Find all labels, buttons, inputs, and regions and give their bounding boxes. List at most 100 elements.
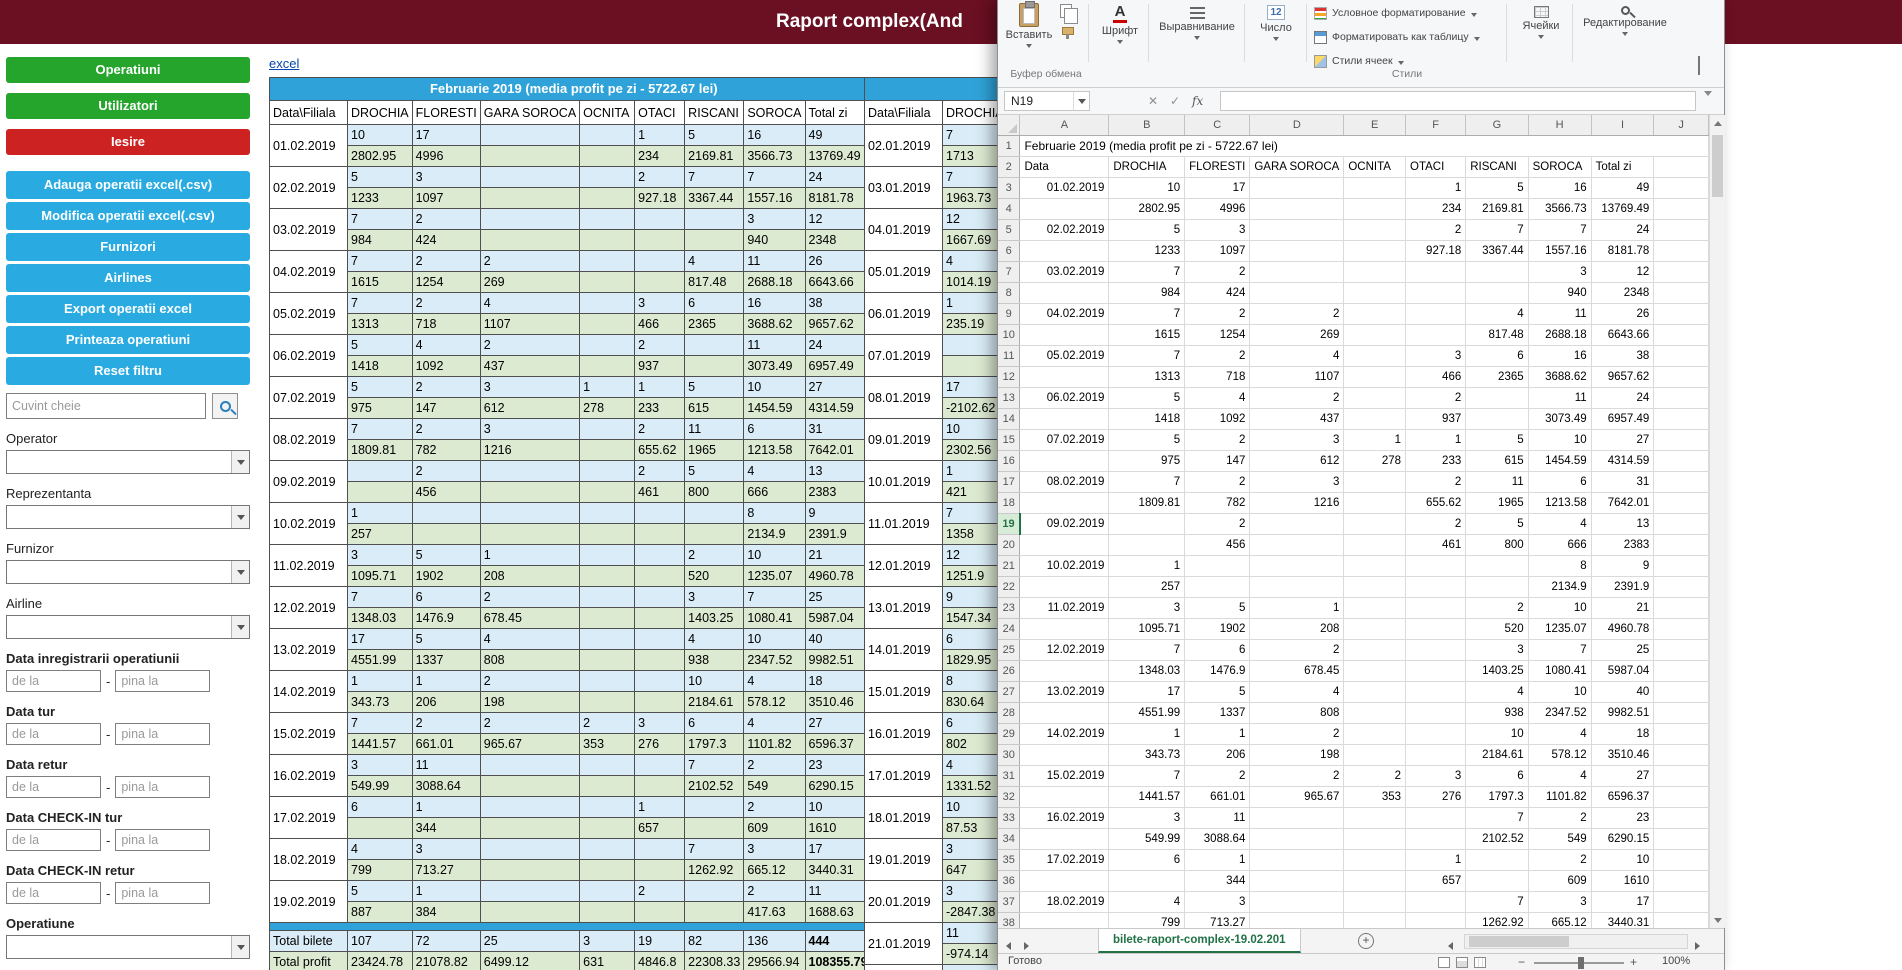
sheet-cell[interactable]: OTACI bbox=[1406, 157, 1466, 178]
date-to-input[interactable] bbox=[115, 723, 210, 745]
row-header-2[interactable]: 2 bbox=[998, 157, 1020, 178]
date-to-input[interactable] bbox=[115, 670, 210, 692]
zoom-out-icon[interactable]: − bbox=[1518, 955, 1525, 969]
sheet-cell[interactable] bbox=[1654, 661, 1709, 682]
sheet-cell[interactable] bbox=[1406, 808, 1466, 829]
row-header-25[interactable]: 25 bbox=[998, 640, 1020, 661]
editing-group-button[interactable]: Редактирование bbox=[1578, 0, 1672, 64]
sheet-cell[interactable]: 4996 bbox=[1185, 199, 1250, 220]
filter-select[interactable] bbox=[6, 560, 250, 584]
sheet-cell[interactable]: 1615 bbox=[1109, 325, 1185, 346]
row-header-33[interactable]: 33 bbox=[998, 808, 1020, 829]
sheet-cell[interactable]: 2 bbox=[1406, 514, 1466, 535]
sheet-cell[interactable] bbox=[1406, 913, 1466, 929]
sheet-cell[interactable]: 4314.59 bbox=[1591, 451, 1654, 472]
sheet-cell[interactable]: 233 bbox=[1406, 451, 1466, 472]
sheet-cell[interactable] bbox=[1344, 241, 1406, 262]
sheet-cell[interactable]: 4 bbox=[1250, 682, 1344, 703]
sheet-cell[interactable]: 8 bbox=[1528, 556, 1591, 577]
sheet-cell[interactable]: 14.02.2019 bbox=[1020, 724, 1109, 745]
sheet-cell[interactable] bbox=[1654, 892, 1709, 913]
nav-button[interactable]: Utilizatori bbox=[6, 93, 250, 119]
sheet-cell[interactable]: DROCHIA bbox=[1109, 157, 1185, 178]
sheet-cell[interactable]: 31 bbox=[1591, 472, 1654, 493]
sheet-cell[interactable] bbox=[1020, 367, 1109, 388]
sheet-cell[interactable] bbox=[1406, 745, 1466, 766]
sheet-cell[interactable]: 1 bbox=[1406, 430, 1466, 451]
sheet-cell[interactable] bbox=[1250, 220, 1344, 241]
row-header-9[interactable]: 9 bbox=[998, 304, 1020, 325]
row-header-12[interactable]: 12 bbox=[998, 367, 1020, 388]
sheet-cell[interactable]: 23 bbox=[1591, 808, 1654, 829]
sheet-cell[interactable] bbox=[1250, 913, 1344, 929]
zoom-in-icon[interactable]: + bbox=[1630, 955, 1637, 969]
row-header-38[interactable]: 38 bbox=[998, 913, 1020, 929]
sheet-cell[interactable]: 5 bbox=[1466, 430, 1528, 451]
sheet-cell[interactable]: 353 bbox=[1344, 787, 1406, 808]
sheet-cell[interactable]: 2348 bbox=[1591, 283, 1654, 304]
sheet-cell[interactable] bbox=[1020, 325, 1109, 346]
sheet-cell[interactable] bbox=[1344, 892, 1406, 913]
sheet-cell[interactable]: 3 bbox=[1528, 892, 1591, 913]
sheet-cell[interactable]: 1254 bbox=[1185, 325, 1250, 346]
sheet-cell[interactable]: 965.67 bbox=[1250, 787, 1344, 808]
sheet-cell[interactable] bbox=[1406, 283, 1466, 304]
sheet-cell[interactable]: 975 bbox=[1109, 451, 1185, 472]
sheet-cell[interactable]: 4 bbox=[1528, 514, 1591, 535]
search-button[interactable] bbox=[212, 393, 238, 419]
date-to-input[interactable] bbox=[115, 776, 210, 798]
sheet-cell[interactable] bbox=[1020, 745, 1109, 766]
sheet-cell[interactable] bbox=[1020, 829, 1109, 850]
vertical-scrollbar[interactable] bbox=[1709, 115, 1725, 928]
sheet-cell[interactable] bbox=[1020, 451, 1109, 472]
sheet-cell[interactable] bbox=[1344, 703, 1406, 724]
sheet-cell[interactable] bbox=[1344, 913, 1406, 929]
sheet-cell[interactable] bbox=[1109, 871, 1185, 892]
sheet-cell[interactable]: 3 bbox=[1466, 640, 1528, 661]
sheet-cell[interactable]: 3 bbox=[1406, 766, 1466, 787]
horizontal-scrollbar[interactable] bbox=[1464, 934, 1688, 949]
sheet-cell[interactable]: 02.02.2019 bbox=[1020, 220, 1109, 241]
sheet-cell[interactable]: FLORESTI bbox=[1185, 157, 1250, 178]
sheet-cell[interactable]: 278 bbox=[1344, 451, 1406, 472]
sheet-cell[interactable]: 6596.37 bbox=[1591, 787, 1654, 808]
sheet-cell[interactable] bbox=[1344, 493, 1406, 514]
sheet-cell[interactable] bbox=[1654, 556, 1709, 577]
sheet-cell[interactable] bbox=[1654, 157, 1709, 178]
sheet-cell[interactable]: 7 bbox=[1109, 346, 1185, 367]
sheet-cell[interactable]: 2347.52 bbox=[1528, 703, 1591, 724]
sheet-cell[interactable] bbox=[1344, 724, 1406, 745]
sheet-cell[interactable]: 2 bbox=[1466, 598, 1528, 619]
sheet-cell[interactable]: 1 bbox=[1250, 598, 1344, 619]
sheet-cell[interactable]: 1101.82 bbox=[1528, 787, 1591, 808]
sheet-cell[interactable]: 799 bbox=[1109, 913, 1185, 929]
insert-function-icon[interactable]: fx bbox=[1192, 91, 1203, 111]
sheet-cell[interactable]: 6 bbox=[1109, 850, 1185, 871]
sheet-cell[interactable]: 11 bbox=[1185, 808, 1250, 829]
sheet-cell[interactable]: 2 bbox=[1185, 262, 1250, 283]
date-to-input[interactable] bbox=[115, 882, 210, 904]
sheet-cell[interactable]: 1965 bbox=[1466, 493, 1528, 514]
sheet-cell[interactable] bbox=[1654, 304, 1709, 325]
zoom-slider[interactable] bbox=[1534, 962, 1624, 964]
row-header-13[interactable]: 13 bbox=[998, 388, 1020, 409]
sheet-cell[interactable]: 2 bbox=[1185, 514, 1250, 535]
sheet-cell[interactable] bbox=[1654, 829, 1709, 850]
sheet-cell[interactable]: 1107 bbox=[1250, 367, 1344, 388]
sheet-cell[interactable]: 206 bbox=[1185, 745, 1250, 766]
sheet-cell[interactable]: 3 bbox=[1185, 892, 1250, 913]
sheet-cell[interactable]: 466 bbox=[1406, 367, 1466, 388]
column-header-I[interactable]: I bbox=[1591, 115, 1654, 136]
action-button[interactable]: Modifica operatii excel(.csv) bbox=[6, 202, 250, 230]
sheet-cell[interactable] bbox=[1344, 682, 1406, 703]
scrollbar-thumb[interactable] bbox=[1712, 135, 1723, 197]
conditional-formatting-button[interactable]: Условное форматирование bbox=[1314, 2, 1477, 24]
sheet-cell[interactable] bbox=[1109, 535, 1185, 556]
formula-input[interactable] bbox=[1220, 91, 1696, 111]
sheet-cell[interactable] bbox=[1406, 661, 1466, 682]
sheet-cell[interactable]: 16.02.2019 bbox=[1020, 808, 1109, 829]
number-group-button[interactable]: 12 Число bbox=[1250, 0, 1302, 64]
sheet-cell[interactable]: 3 bbox=[1528, 262, 1591, 283]
sheet-cell[interactable]: 2391.9 bbox=[1591, 577, 1654, 598]
action-button[interactable]: Adauga operatii excel(.csv) bbox=[6, 171, 250, 199]
